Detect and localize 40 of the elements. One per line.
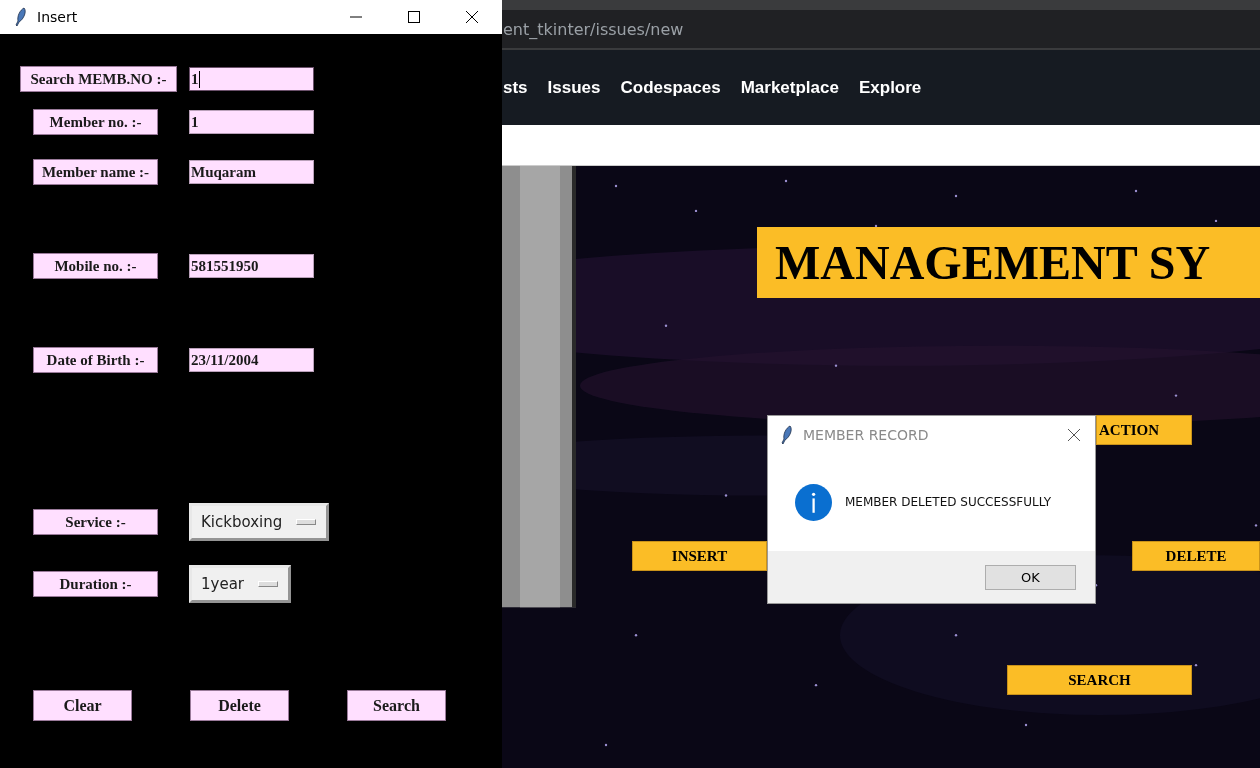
form-button[interactable]: Delete <box>190 690 289 721</box>
menu-indicator-icon <box>296 519 317 525</box>
info-icon <box>795 483 832 521</box>
ok-button[interactable]: OK <box>985 564 1076 590</box>
input-field[interactable]: 23/11/2004 <box>189 348 314 372</box>
field-label: Mobile no. :- <box>33 253 158 279</box>
input-field[interactable]: 581551950 <box>189 254 314 278</box>
close-icon[interactable] <box>1068 428 1080 441</box>
address-bar[interactable]: ent_tkinter/issues/new <box>502 10 1260 50</box>
menu-indicator-icon <box>258 581 278 587</box>
nav-link[interactable]: Marketplace <box>740 77 839 98</box>
dialog-title: MEMBER RECORD <box>803 426 929 443</box>
window-title: Insert <box>37 9 78 25</box>
form-button[interactable]: Clear <box>33 690 132 721</box>
title-banner: MANAGEMENT SY <box>757 227 1260 298</box>
field-label: Search MEMB.NO :- <box>20 66 177 92</box>
input-field[interactable]: 1 <box>189 110 314 134</box>
action-button[interactable]: INSERT <box>632 541 767 571</box>
close-icon[interactable] <box>466 11 478 23</box>
field-label: Member name :- <box>33 159 158 185</box>
dropdown[interactable]: 1year <box>189 565 291 603</box>
input-field[interactable]: Muqaram <box>189 160 314 184</box>
action-button[interactable]: SEARCH <box>1007 665 1192 695</box>
field-label: Duration :- <box>33 571 158 597</box>
field-label: Date of Birth :- <box>33 347 158 373</box>
form-button[interactable]: Search <box>347 690 446 721</box>
field-label: Member no. :- <box>33 109 158 135</box>
nav-link[interactable]: Issues <box>547 77 601 98</box>
nav-link[interactable]: sts <box>503 77 528 98</box>
input-field[interactable]: 1 <box>189 67 314 91</box>
nav-link[interactable]: Explore <box>858 77 922 98</box>
nav-link[interactable]: Codespaces <box>620 77 721 98</box>
maximize-icon[interactable] <box>408 11 420 23</box>
feather-icon <box>15 7 27 27</box>
dialog-message: MEMBER DELETED SUCCESSFULLY <box>845 495 1052 509</box>
dropdown[interactable]: Kickboxing <box>189 503 330 541</box>
action-button[interactable]: DELETE <box>1132 541 1260 571</box>
field-label: Service :- <box>33 509 158 535</box>
action-button[interactable]: ACTION <box>1096 415 1192 445</box>
feather-icon <box>781 424 793 445</box>
